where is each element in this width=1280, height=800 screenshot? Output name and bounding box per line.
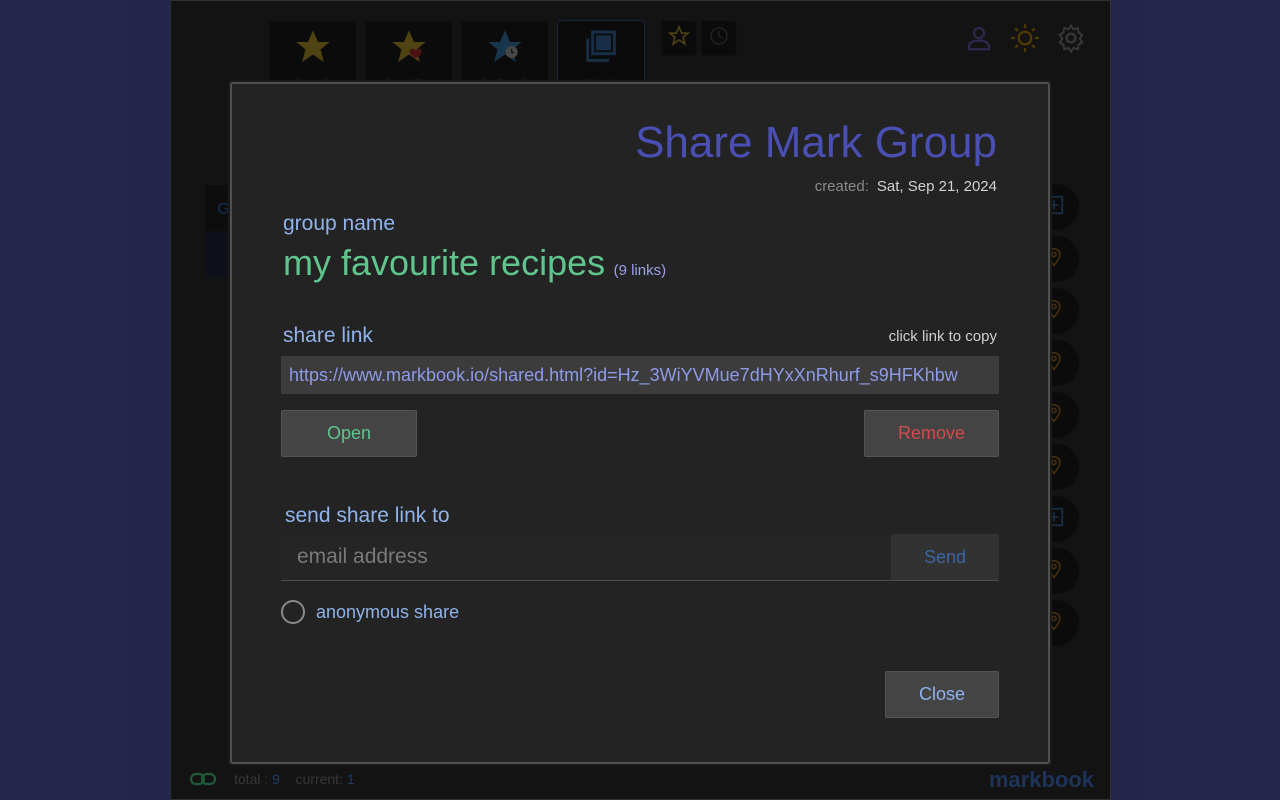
copy-hint: click link to copy (888, 328, 997, 345)
group-name-label: group name (283, 212, 396, 235)
anonymous-share-radio[interactable] (281, 600, 305, 624)
share-link-label: share link (283, 324, 373, 347)
email-field[interactable] (281, 534, 891, 580)
dialog-title: Share Mark Group (635, 118, 997, 167)
email-field-wrapper (281, 534, 891, 581)
remove-button[interactable]: Remove (864, 410, 999, 457)
created-row: created: Sat, Sep 21, 2024 (815, 178, 997, 195)
link-count: (9 links) (613, 262, 667, 279)
group-name: my favourite recipes (283, 242, 606, 283)
send-button[interactable]: Send (891, 534, 999, 581)
group-name-row: my favourite recipes (9 links) (283, 242, 666, 284)
share-group-dialog: Share Mark Group created: Sat, Sep 21, 20… (230, 82, 1050, 764)
close-button[interactable]: Close (885, 671, 999, 718)
share-url-field[interactable]: https://www.markbook.io/shared.html?id=H… (281, 356, 999, 394)
anonymous-share-label[interactable]: anonymous share (316, 602, 459, 623)
send-share-link-label: send share link to (285, 504, 450, 527)
created-label: created: (814, 178, 869, 195)
open-button[interactable]: Open (281, 410, 417, 457)
created-date: Sat, Sep 21, 2024 (876, 178, 997, 195)
